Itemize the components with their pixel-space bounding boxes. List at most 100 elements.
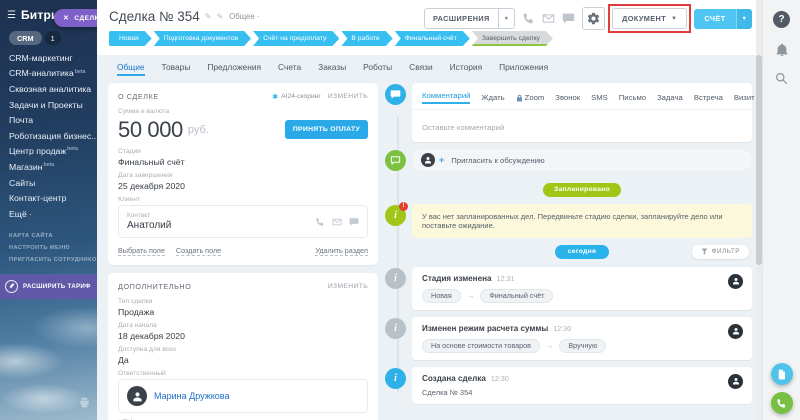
entry-chips: На основе стоимости товаров → Вручную (422, 339, 742, 353)
extensions-dropdown-icon[interactable]: ▼ (498, 9, 514, 28)
upgrade-plan-button[interactable]: РАСШИРИТЬ ТАРИФ (0, 274, 97, 299)
ai-scoring-link[interactable]: ✱ AI24-скоринг (272, 93, 321, 101)
stage-prepayment-invoice[interactable]: Счёт на предоплату (253, 31, 339, 46)
sidebar: ☰ Битрикс 24 ✕ СДЕЛКА CRM 1 CRM-маркетин… (0, 0, 97, 420)
person-icon (424, 156, 432, 164)
chat-button[interactable] (562, 12, 575, 25)
timeline-entry: i Стадия изменена 12:31 Новая → Финальны… (412, 267, 752, 310)
sitemap-link[interactable]: КАРТА САЙТА (9, 230, 97, 242)
email-button[interactable] (542, 12, 555, 25)
sidebar-item-sales-center[interactable]: Центр продажbeta (9, 144, 97, 160)
tab-invoices[interactable]: Счета (278, 62, 301, 76)
tab-quotes[interactable]: Предложения (207, 62, 261, 76)
sidebar-item-crm[interactable]: CRM 1 (0, 26, 97, 48)
sidebar-item-tasks-projects[interactable]: Задачи и Проекты (9, 97, 97, 113)
tab-connections[interactable]: Связи (409, 62, 432, 76)
responsible-card[interactable]: Марина Дружкова (118, 379, 368, 413)
tab-applications[interactable]: Приложения (499, 62, 548, 76)
field-label: Стадия (118, 148, 368, 155)
sidebar-item-crm-analytics[interactable]: CRM-аналитикаbeta (9, 66, 97, 82)
phone-icon[interactable] (315, 217, 325, 227)
invite-label: Пригласить к обсуждению (451, 156, 544, 165)
additional-card: ДОПОЛНИТЕЛЬНО ИЗМЕНИТЬ Тип сделки Продаж… (108, 273, 378, 420)
deal-notification-chip[interactable]: ✕ СДЕЛКА (54, 9, 97, 27)
edit-view-icon[interactable]: ✎ (217, 12, 224, 21)
composer-tab-meeting[interactable]: Встреча (694, 93, 723, 102)
sidebar-item-contact-center[interactable]: Контакт-центр (9, 190, 97, 206)
floating-widgets (771, 363, 793, 414)
feedback-widget-button[interactable] (771, 363, 793, 385)
comment-stream-icon (385, 84, 406, 105)
hamburger-menu-icon[interactable]: ☰ (7, 10, 16, 21)
deal-sum-value: 50 000 (118, 117, 183, 143)
contact-card[interactable]: Контакт Анатолий (118, 205, 368, 238)
stage-document-preparation[interactable]: Подготовка документов (154, 31, 251, 46)
tab-history[interactable]: История (450, 62, 482, 76)
stage-final-invoice[interactable]: Финальный счёт (395, 31, 470, 46)
plus-icon: + (439, 155, 444, 165)
extensions-button[interactable]: РАСШИРЕНИЯ ▼ (424, 8, 515, 29)
chat-bubble-icon[interactable] (349, 217, 359, 227)
ai-scoring-icon: ✱ (272, 93, 278, 101)
notifications-button[interactable] (775, 43, 789, 57)
sidebar-item-end-to-end-analytics[interactable]: Сквозная аналитика (9, 81, 97, 97)
help-button[interactable]: ? (773, 11, 790, 28)
stage-in-progress[interactable]: В работе (341, 31, 392, 46)
accept-payment-button[interactable]: ПРИНЯТЬ ОПЛАТУ (285, 120, 368, 139)
composer-tab-zoom-label: Zoom (525, 93, 545, 102)
document-button[interactable]: ДОКУМЕНТ ▼ (612, 8, 687, 29)
print-button[interactable] (79, 395, 90, 413)
crm-pill[interactable]: CRM (9, 31, 42, 45)
tab-robots[interactable]: Роботы (363, 62, 392, 76)
sidebar-item-more[interactable]: Ещё · (9, 206, 97, 222)
sidebar-item-mail[interactable]: Почта (9, 112, 97, 128)
call-widget-button[interactable] (771, 392, 793, 414)
composer-tab-visit[interactable]: Визит (734, 93, 755, 102)
composer-tab-email[interactable]: Письмо (619, 93, 646, 102)
search-button[interactable] (775, 72, 788, 85)
composer-tab-call[interactable]: Звонок (555, 93, 580, 102)
chat-outline-icon (390, 155, 401, 166)
chip-to: Финальный счёт (480, 289, 553, 303)
responsible-name-link[interactable]: Марина Дружкова (154, 391, 229, 401)
comment-input[interactable] (422, 123, 742, 132)
composer-row: Комментарий Ждать Zoom Звонок SMS Письмо… (412, 83, 752, 142)
composer-tab-task[interactable]: Задача (657, 93, 683, 102)
tab-products[interactable]: Товары (162, 62, 191, 76)
select-field-link[interactable]: Выбрать поле (118, 246, 165, 256)
edit-section-link[interactable]: ИЗМЕНИТЬ (328, 283, 368, 290)
invite-employees-link[interactable]: ПРИГЛАСИТЬ СОТРУДНИКОВ (9, 254, 97, 266)
settings-button[interactable] (582, 7, 605, 30)
invoice-button[interactable]: СЧЁТ ▼ (694, 9, 752, 29)
delete-section-link[interactable]: Удалить раздел (315, 246, 368, 256)
mail-icon (542, 12, 555, 25)
chat-bubble-icon (390, 89, 401, 100)
invoice-dropdown-icon[interactable]: ▼ (736, 9, 752, 29)
no-activities-icon: i ! (385, 205, 406, 226)
edit-title-icon[interactable]: ✎ (205, 12, 212, 21)
gear-icon (587, 12, 600, 25)
sidebar-item-store[interactable]: Магазинbeta (9, 159, 97, 175)
sidebar-item-business-automation[interactable]: Роботизация бизнес...beta (9, 128, 97, 144)
composer-tab-comment[interactable]: Комментарий (422, 91, 470, 104)
tab-general[interactable]: Общие (117, 62, 145, 76)
sidebar-item-sites[interactable]: Сайты (9, 175, 97, 191)
composer-tab-sms[interactable]: SMS (591, 93, 608, 102)
mail-icon[interactable] (332, 217, 342, 227)
entry-sum-mode-changed: Изменен режим расчета суммы 12:30 На осн… (412, 317, 752, 360)
view-selector-dropdown[interactable]: Общее · (229, 12, 259, 21)
stage-new[interactable]: Новая (109, 31, 152, 46)
close-icon[interactable]: ✕ (63, 14, 69, 22)
composer-tab-zoom[interactable]: Zoom (516, 93, 545, 102)
call-button[interactable] (522, 12, 535, 25)
tab-orders[interactable]: Заказы (318, 62, 346, 76)
today-badge: сегодня (555, 245, 609, 259)
invite-to-discussion[interactable]: + Пригласить к обсуждению (412, 149, 752, 171)
filter-button[interactable]: ФИЛЬТР (692, 245, 749, 259)
composer-tab-wait[interactable]: Ждать (481, 93, 504, 102)
create-field-link[interactable]: Создать поле (176, 246, 221, 256)
stage-close-deal[interactable]: Завершить сделку (472, 31, 553, 46)
sidebar-item-crm-marketing[interactable]: CRM-маркетинг (9, 50, 97, 66)
edit-section-link[interactable]: ИЗМЕНИТЬ (328, 93, 368, 100)
configure-menu-link[interactable]: НАСТРОИТЬ МЕНЮ (9, 242, 97, 254)
